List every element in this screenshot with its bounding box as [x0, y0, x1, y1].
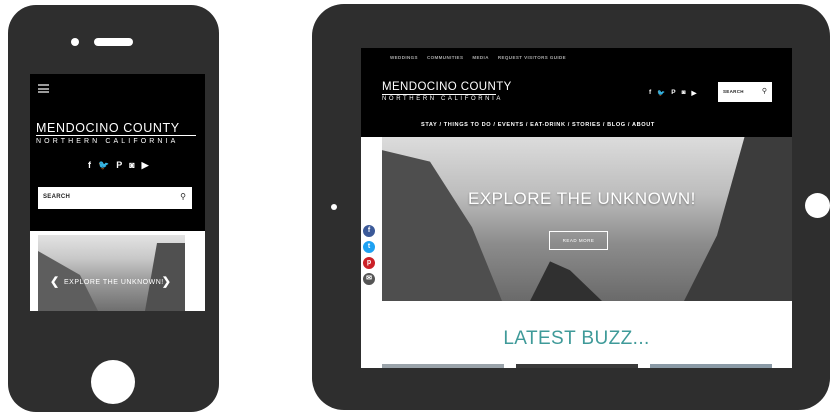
buzz-thumbnail[interactable] [650, 364, 772, 368]
latest-buzz-heading: LATEST BUZZ... [503, 328, 650, 349]
search-placeholder: SEARCH [723, 89, 744, 94]
phone-content-area: ❮ EXPLORE THE UNKNOWN! ❯ [30, 231, 205, 311]
pinterest-icon[interactable]: P [671, 89, 675, 97]
pinterest-icon[interactable]: P [116, 160, 122, 171]
site-logo-title[interactable]: MENDOCINO COUNTY [36, 121, 198, 135]
search-icon[interactable]: ⚲ [180, 192, 186, 201]
chevron-left-icon[interactable]: ❮ [50, 275, 59, 288]
share-bar: f t p ✉ [362, 224, 376, 288]
facebook-icon[interactable]: f [88, 160, 91, 171]
main-nav[interactable]: STAY / THINGS TO DO / EVENTS / EAT-DRINK… [421, 122, 655, 128]
site-logo-title[interactable]: MENDOCINO COUNTY [382, 81, 512, 93]
tablet-home-button [805, 193, 830, 218]
tablet-camera [331, 204, 337, 210]
facebook-share-icon[interactable]: f [362, 224, 376, 238]
social-icons: f 🐦 P ◙ ▶ [649, 89, 697, 97]
hero-caption: EXPLORE THE UNKNOWN! [64, 279, 164, 286]
nav-link-visitors-guide[interactable]: REQUEST VISITORS GUIDE [498, 55, 566, 60]
hamburger-menu-icon[interactable] [38, 84, 49, 93]
facebook-icon[interactable]: f [649, 89, 651, 97]
twitter-share-icon[interactable]: t [362, 240, 376, 254]
logo-underline [382, 94, 496, 95]
hero-title: EXPLORE THE UNKNOWN! [468, 189, 696, 208]
instagram-icon[interactable]: ◙ [129, 160, 134, 171]
search-icon[interactable]: ⚲ [762, 87, 767, 95]
top-utility-nav: WEDDINGS COMMUNITIES MEDIA REQUEST VISIT… [390, 55, 566, 60]
search-placeholder: SEARCH [43, 194, 71, 200]
search-input[interactable]: SEARCH ⚲ [38, 187, 192, 209]
phone-camera [71, 38, 79, 46]
hero-rock-shape [530, 261, 602, 301]
buzz-thumbnail[interactable] [516, 364, 638, 368]
phone-screen: MENDOCINO COUNTY NORTHERN CALIFORNIA f 🐦… [30, 74, 205, 311]
hero-cliff-shape [684, 137, 792, 301]
nav-link-media[interactable]: MEDIA [472, 55, 489, 60]
hero-slider-image[interactable]: ❮ EXPLORE THE UNKNOWN! ❯ [38, 235, 185, 311]
nav-link-communities[interactable]: COMMUNITIES [427, 55, 463, 60]
pinterest-share-icon[interactable]: p [362, 256, 376, 270]
youtube-icon[interactable]: ▶ [692, 89, 697, 97]
tablet-screen: WEDDINGS COMMUNITIES MEDIA REQUEST VISIT… [361, 48, 792, 368]
buzz-thumbnail[interactable] [382, 364, 504, 368]
twitter-icon[interactable]: 🐦 [657, 89, 665, 97]
site-logo-subtitle: NORTHERN CALIFORNIA [36, 138, 179, 145]
site-logo-subtitle: NORTHERN CALIFORNIA [382, 96, 503, 102]
site-header: WEDDINGS COMMUNITIES MEDIA REQUEST VISIT… [361, 48, 792, 137]
youtube-icon[interactable]: ▶ [142, 160, 149, 171]
email-share-icon[interactable]: ✉ [362, 272, 376, 286]
social-icons: f 🐦 P ◙ ▶ [88, 160, 149, 171]
search-input[interactable]: SEARCH ⚲ [718, 82, 772, 102]
twitter-icon[interactable]: 🐦 [98, 160, 109, 171]
read-more-button[interactable]: READ MORE [549, 231, 608, 250]
hero-banner[interactable]: EXPLORE THE UNKNOWN! READ MORE [382, 137, 792, 301]
nav-link-weddings[interactable]: WEDDINGS [390, 55, 418, 60]
phone-speaker [94, 38, 133, 46]
hero-cliff-shape [382, 150, 502, 301]
chevron-right-icon[interactable]: ❯ [162, 275, 171, 288]
phone-home-button [91, 360, 135, 404]
logo-underline [36, 135, 196, 136]
instagram-icon[interactable]: ◙ [682, 89, 686, 97]
